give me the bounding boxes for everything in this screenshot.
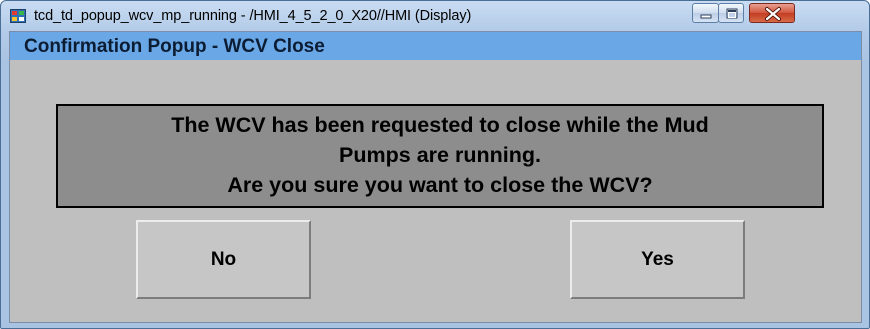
message-line-1: The WCV has been requested to close whil… <box>171 113 709 137</box>
minimize-button[interactable] <box>692 3 719 23</box>
no-button[interactable]: No <box>136 220 311 299</box>
window-title: tcd_td_popup_wcv_mp_running - /HMI_4_5_2… <box>34 8 472 24</box>
confirmation-message: The WCV has been requested to close whil… <box>56 104 824 208</box>
popup-content: Confirmation Popup - WCV Close The WCV h… <box>9 31 862 323</box>
hmi-app-icon <box>10 9 26 23</box>
maximize-icon <box>726 8 738 19</box>
close-icon <box>765 7 781 21</box>
message-line-2: Pumps are running. <box>339 143 541 167</box>
popup-window: tcd_td_popup_wcv_mp_running - /HMI_4_5_2… <box>0 0 870 329</box>
message-line-3: Are you sure you want to close the WCV? <box>227 173 653 197</box>
popup-title: Confirmation Popup - WCV Close <box>24 36 325 57</box>
popup-header: Confirmation Popup - WCV Close <box>10 32 861 60</box>
minimize-icon <box>700 14 712 19</box>
close-button[interactable] <box>749 3 795 23</box>
title-bar[interactable]: tcd_td_popup_wcv_mp_running - /HMI_4_5_2… <box>1 1 869 31</box>
maximize-button[interactable] <box>718 3 744 23</box>
yes-button[interactable]: Yes <box>570 220 745 299</box>
